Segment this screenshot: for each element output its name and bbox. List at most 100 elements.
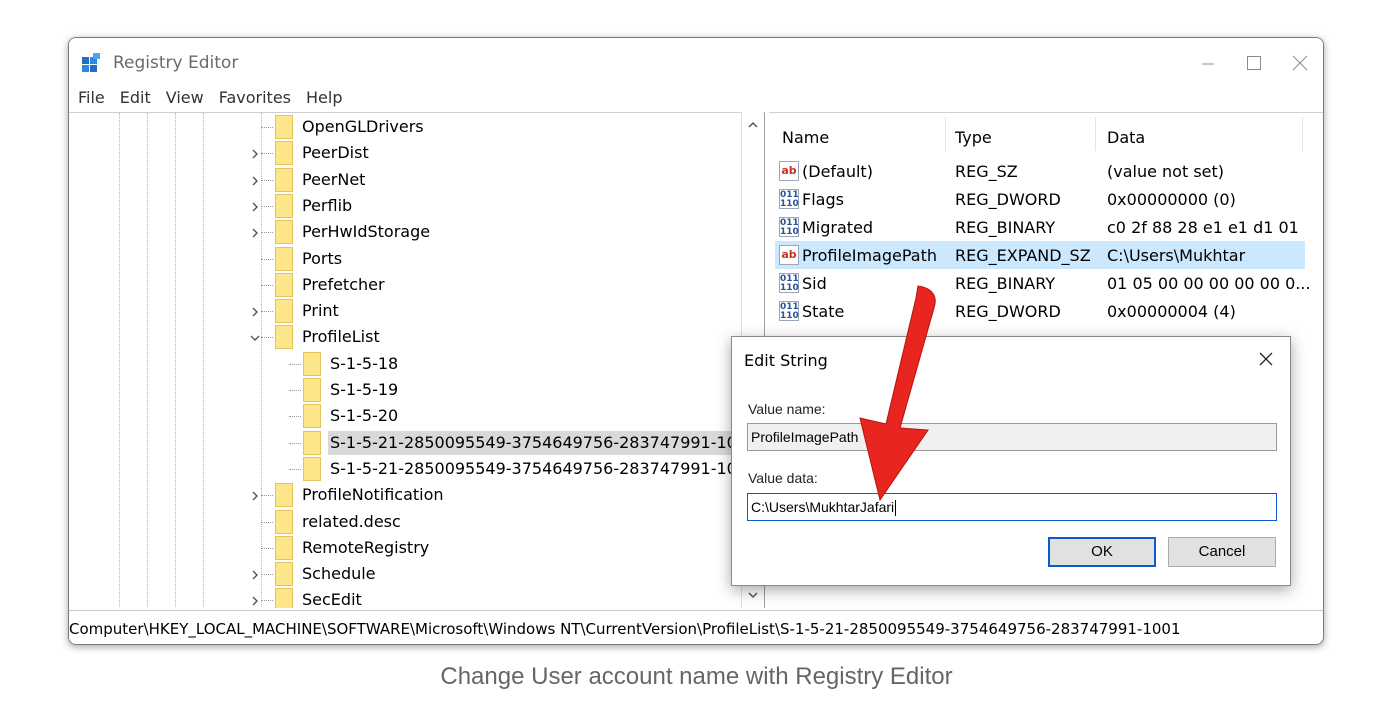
value-type: REG_BINARY <box>955 218 1056 237</box>
chevron-right-icon[interactable] <box>249 201 261 213</box>
chevron-right-icon[interactable] <box>249 227 261 239</box>
folder-icon <box>303 456 321 481</box>
folder-icon <box>275 325 293 350</box>
value-data: c0 2f 88 28 e1 e1 d1 01 <box>1107 218 1299 237</box>
tree-item-label: S-1-5-18 <box>330 353 399 373</box>
tree-connector <box>261 337 273 339</box>
tree-item-label: Print <box>302 301 339 321</box>
registry-editor-app-icon <box>82 53 100 72</box>
tree-connector <box>289 416 301 418</box>
column-header-name[interactable]: Name <box>782 128 829 147</box>
tree-connector <box>261 600 273 602</box>
tree-item-label: S-1-5-20 <box>330 406 399 426</box>
tree-item[interactable]: S-1-5-21-2850095549-3754649756-283747991… <box>69 456 757 482</box>
value-name: ProfileImagePath <box>802 246 938 265</box>
tree-item-label: Prefetcher <box>302 274 385 294</box>
minimize-button[interactable] <box>1183 46 1233 80</box>
tree-item[interactable]: PerHwIdStorage <box>69 219 739 245</box>
folder-icon <box>275 509 293 534</box>
chevron-right-icon[interactable] <box>249 595 261 607</box>
tree-item-label: PeerDist <box>302 143 369 163</box>
folder-icon <box>275 535 293 560</box>
column-separator[interactable] <box>1095 117 1096 151</box>
value-data: 0x00000004 (4) <box>1107 302 1236 321</box>
folder-icon <box>275 167 293 192</box>
chevron-right-icon[interactable] <box>249 490 261 502</box>
menu-help[interactable]: Help <box>297 86 348 110</box>
tree-item[interactable]: S-1-5-19 <box>69 377 739 403</box>
tree-item[interactable]: PeerNet <box>69 167 739 193</box>
folder-icon <box>275 193 293 218</box>
menu-file[interactable]: File <box>69 86 111 110</box>
tree-connector <box>261 521 273 523</box>
value-name: Migrated <box>802 218 874 237</box>
registry-key-tree[interactable]: OpenGLDrivers PeerDist PeerNet Perflib PerHw… <box>69 112 765 608</box>
value-data: 0x00000000 (0) <box>1107 190 1236 209</box>
scroll-up-icon[interactable] <box>746 118 760 132</box>
folder-icon <box>303 404 321 429</box>
chevron-right-icon[interactable] <box>249 306 261 318</box>
value-data: C:\Users\Mukhtar <box>1107 246 1246 265</box>
value-name-field: ProfileImagePath <box>747 423 1277 451</box>
title-bar[interactable]: Registry Editor <box>69 38 1323 84</box>
value-row[interactable]: 011 110 Flags REG_DWORD 0x00000000 (0) <box>775 185 1305 213</box>
value-row[interactable]: ab (Default) REG_SZ (value not set) <box>775 157 1305 185</box>
tree-connector <box>261 547 273 549</box>
tree-item-label: ProfileNotification <box>302 485 444 505</box>
tree-connector <box>261 179 273 181</box>
chevron-right-icon[interactable] <box>249 569 261 581</box>
tree-item[interactable]: S-1-5-20 <box>69 403 739 429</box>
value-type: REG_EXPAND_SZ <box>955 246 1091 265</box>
column-separator[interactable] <box>1302 117 1303 151</box>
tree-connector <box>289 442 301 444</box>
column-header-type[interactable]: Type <box>955 128 992 147</box>
tree-item[interactable]: Prefetcher <box>69 272 739 298</box>
menu-view[interactable]: View <box>157 86 210 110</box>
tree-item-label: S-1-5-21-2850095549-3754649756-283747991… <box>330 458 758 478</box>
folder-icon <box>275 246 293 271</box>
tree-item-label: Perflib <box>302 195 353 215</box>
tree-item-label: Schedule <box>302 564 376 584</box>
tree-item-label: S-1-5-19 <box>330 380 399 399</box>
tree-item[interactable]: SecEdit <box>69 587 739 608</box>
chevron-right-icon[interactable] <box>249 148 261 160</box>
tree-item[interactable]: Schedule <box>69 561 739 587</box>
tree-item[interactable]: S-1-5-21-2850095549-3754649756-283747991… <box>69 430 760 456</box>
column-separator[interactable] <box>945 117 946 151</box>
menu-favorites[interactable]: Favorites <box>210 86 297 110</box>
tree-item[interactable]: ProfileNotification <box>69 482 739 508</box>
value-row[interactable]: 011 110 Migrated REG_BINARY c0 2f 88 28 e1 e… <box>775 213 1305 241</box>
folder-icon <box>275 562 293 587</box>
value-data: 01 05 00 00 00 00 00 0... <box>1107 274 1311 293</box>
value-row[interactable]: ab ProfileImagePath REG_EXPAND_SZ C:\Users\… <box>775 241 1305 269</box>
maximize-button[interactable] <box>1229 46 1279 80</box>
tree-item[interactable]: Perflib <box>69 193 739 219</box>
tree-item[interactable]: PeerDist <box>69 140 739 166</box>
tree-item[interactable]: OpenGLDrivers <box>69 114 739 140</box>
column-header-data[interactable]: Data <box>1107 128 1145 147</box>
tree-item[interactable]: S-1-5-18 <box>69 351 739 377</box>
close-window-button[interactable] <box>1275 46 1323 80</box>
dialog-title: Edit String <box>744 351 828 370</box>
status-bar-path: Computer\HKEY_LOCAL_MACHINE\SOFTWARE\Mic… <box>69 610 1323 644</box>
tree-item[interactable]: RemoteRegistry <box>69 535 739 561</box>
tree-item[interactable]: ProfileList <box>69 324 739 350</box>
tree-item-label: S-1-5-21-2850095549-3754649756-283747991… <box>328 430 760 455</box>
menu-edit[interactable]: Edit <box>111 86 157 110</box>
tree-item[interactable]: related.desc <box>69 509 739 535</box>
value-type: REG_DWORD <box>955 190 1061 209</box>
close-icon[interactable] <box>1256 349 1276 369</box>
tree-connector <box>261 153 273 155</box>
tree-connector <box>261 495 273 497</box>
ok-button[interactable]: OK <box>1048 537 1156 567</box>
window-title: Registry Editor <box>113 53 239 73</box>
tree-item[interactable]: Print <box>69 298 739 324</box>
value-data-field[interactable]: C:\Users\MukhtarJafari <box>747 493 1277 521</box>
chevron-down-icon[interactable] <box>249 332 261 344</box>
tree-item[interactable]: Ports <box>69 246 739 272</box>
scroll-down-icon[interactable] <box>746 588 760 602</box>
tree-item-label: OpenGLDrivers <box>302 117 424 136</box>
cancel-button[interactable]: Cancel <box>1168 537 1276 567</box>
chevron-right-icon[interactable] <box>249 175 261 187</box>
folder-icon <box>275 272 293 297</box>
